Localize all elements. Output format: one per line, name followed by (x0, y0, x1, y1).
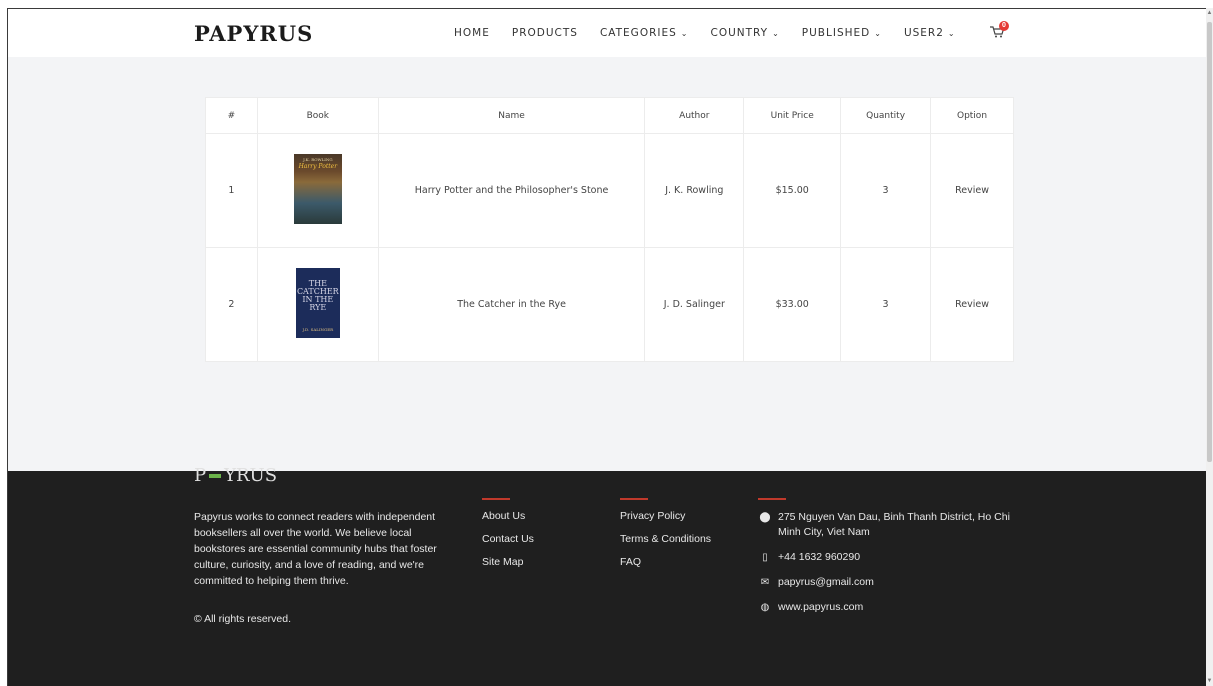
unit-price: $15.00 (743, 133, 842, 248)
email-icon: ✉ (760, 577, 770, 588)
footer-contact: ⬤ 275 Nguyen Van Dau, Binh Thanh Distric… (758, 498, 1018, 625)
quantity: 3 (840, 247, 932, 362)
page-scrollbar[interactable]: ▲ ▼ (1206, 8, 1213, 686)
link-terms[interactable]: Terms & Conditions (620, 533, 711, 545)
scroll-down-icon[interactable]: ▼ (1206, 678, 1213, 684)
header-author: Author (644, 97, 745, 134)
cart-table-wrapper: # Book Name Author Unit Price Quantity O… (205, 97, 1014, 362)
review-link[interactable]: Review (930, 247, 1014, 362)
link-faq[interactable]: FAQ (620, 556, 711, 568)
footer-divider (482, 498, 510, 500)
order-table: # Book Name Author Unit Price Quantity O… (205, 97, 1014, 362)
chevron-down-icon: ⌄ (680, 29, 689, 38)
chevron-down-icon: ⌄ (874, 29, 882, 38)
link-site-map[interactable]: Site Map (482, 556, 534, 568)
copyright-text: © All rights reserved. (194, 613, 292, 625)
globe-icon: ◍ (760, 602, 770, 613)
header-unit-price: Unit Price (743, 97, 842, 134)
book-name: The Catcher in the Rye (377, 247, 646, 362)
footer-logo: P YRUS (194, 465, 278, 486)
browser-viewport: PAPYRUS HOME PRODUCTS CATEGORIES ⌄ COUNTR… (7, 8, 1206, 686)
table-row: 2 THE CATCHER IN THE RYE J.D. SALINGER T… (205, 247, 1014, 362)
cart-count-badge: 0 (999, 21, 1009, 31)
chevron-down-icon: ⌄ (772, 29, 780, 38)
phone-icon: ▯ (762, 552, 768, 563)
contact-phone: ▯ +44 1632 960290 (758, 550, 1018, 565)
contact-website: ◍ www.papyrus.com (758, 600, 1018, 615)
contact-email: ✉ papyrus@gmail.com (758, 575, 1018, 590)
site-logo[interactable]: PAPYRUS (194, 21, 313, 46)
table-row: 1 J.K. ROWLING Harry Potter Harry Potter… (205, 133, 1014, 248)
cart-button[interactable]: 0 (990, 21, 1009, 39)
main-nav: HOME PRODUCTS CATEGORIES ⌄ COUNTRY ⌄ PUBLI… (454, 27, 978, 39)
unit-price: $33.00 (743, 247, 842, 362)
book-author: J. D. Salinger (644, 247, 745, 362)
footer-links-col1: About Us Contact Us Site Map (482, 498, 534, 579)
link-about-us[interactable]: About Us (482, 510, 534, 522)
chevron-down-icon: ⌄ (947, 29, 956, 38)
quantity: 3 (840, 133, 932, 248)
review-link[interactable]: Review (930, 133, 1014, 248)
nav-published[interactable]: PUBLISHED ⌄ (802, 27, 882, 39)
header-name: Name (377, 97, 646, 134)
header-book: Book (256, 97, 379, 134)
book-cover-image[interactable]: THE CATCHER IN THE RYE J.D. SALINGER (295, 268, 340, 338)
footer-about-text: Papyrus works to connect readers with in… (194, 511, 437, 587)
header-quantity: Quantity (840, 97, 932, 134)
book-name: Harry Potter and the Philosopher's Stone (377, 133, 646, 248)
nav-home[interactable]: HOME (454, 27, 490, 39)
nav-user[interactable]: USER2 ⌄ (904, 27, 956, 39)
link-privacy-policy[interactable]: Privacy Policy (620, 510, 711, 522)
logo-accent (209, 474, 222, 478)
scroll-up-icon[interactable]: ▲ (1206, 10, 1213, 16)
link-contact-us[interactable]: Contact Us (482, 533, 534, 545)
footer-divider (620, 498, 648, 500)
nav-products[interactable]: PRODUCTS (512, 27, 578, 39)
scrollbar-thumb[interactable] (1207, 22, 1212, 462)
site-footer: P YRUS Papyrus works to connect readers w… (8, 465, 1206, 686)
header-option: Option (930, 97, 1014, 134)
footer-links-col2: Privacy Policy Terms & Conditions FAQ (620, 498, 711, 579)
row-index: 1 (205, 133, 258, 248)
site-header: PAPYRUS HOME PRODUCTS CATEGORIES ⌄ COUNTR… (8, 9, 1206, 57)
footer-divider (758, 498, 786, 500)
header-index: # (205, 97, 258, 134)
book-cover-image[interactable]: J.K. ROWLING Harry Potter (293, 154, 342, 224)
book-cover-cell: J.K. ROWLING Harry Potter (256, 133, 379, 248)
contact-address: ⬤ 275 Nguyen Van Dau, Binh Thanh Distric… (759, 511, 1010, 538)
row-index: 2 (205, 247, 258, 362)
nav-country[interactable]: COUNTRY ⌄ (710, 27, 779, 39)
nav-categories[interactable]: CATEGORIES ⌄ (600, 27, 689, 39)
book-author: J. K. Rowling (644, 133, 745, 248)
book-cover-cell: THE CATCHER IN THE RYE J.D. SALINGER (256, 247, 379, 362)
table-header-row: # Book Name Author Unit Price Quantity O… (205, 97, 1014, 134)
map-pin-icon: ⬤ (759, 512, 771, 523)
